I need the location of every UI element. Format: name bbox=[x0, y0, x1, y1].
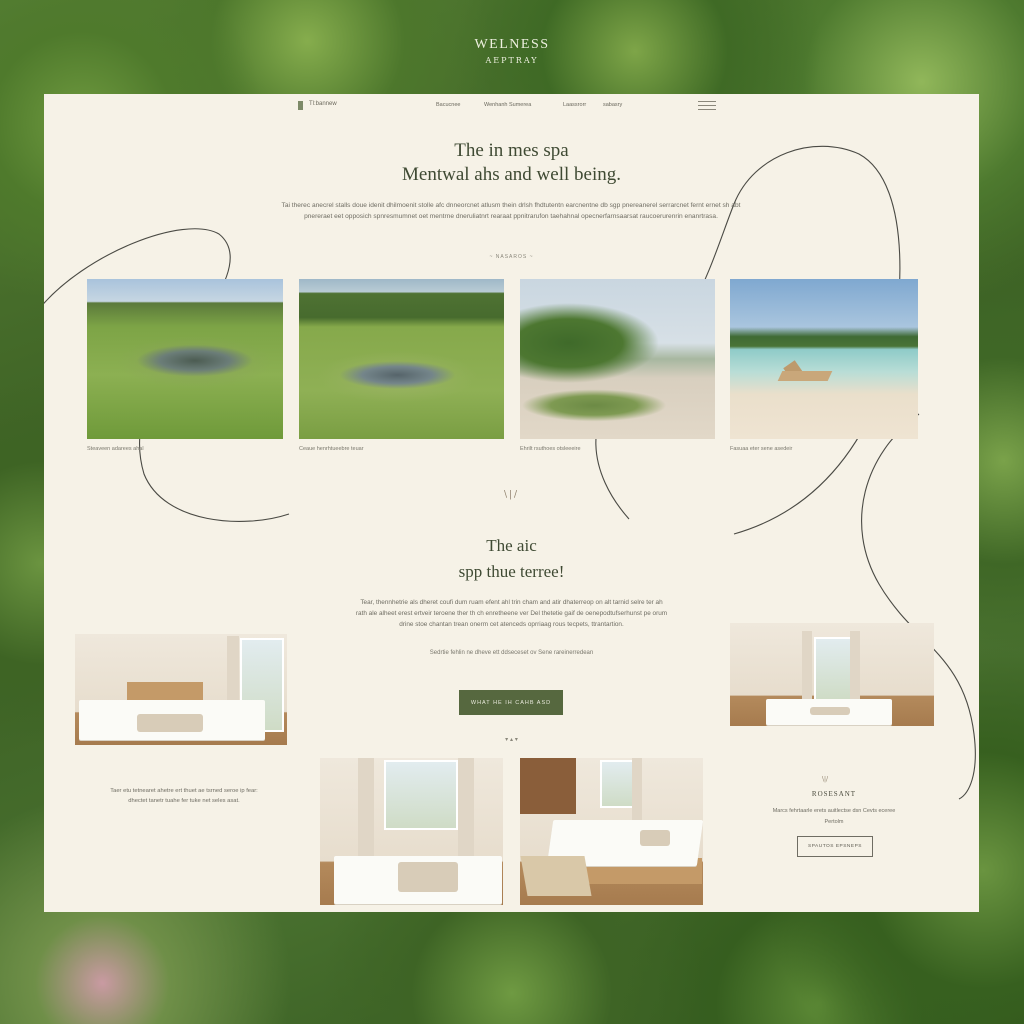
right-heading: ROSESANT bbox=[811, 790, 857, 798]
gallery-photo-pond-hills[interactable] bbox=[299, 279, 504, 439]
folded-towel bbox=[810, 707, 850, 715]
lotus-ornament-icon: \|/ bbox=[822, 776, 829, 783]
gallery-caption-2: Ceaue henrhtueebre teuar bbox=[299, 446, 364, 452]
gallery-caption-4: Fasuaa eter sene asedeir bbox=[730, 446, 793, 452]
brand-title: WELNESS bbox=[474, 37, 550, 52]
hamburger-menu-icon[interactable] bbox=[698, 101, 716, 110]
room-curtain bbox=[802, 631, 812, 701]
primary-cta-button[interactable]: WHAT HE IH CAHB ASD bbox=[459, 690, 563, 715]
nav-link-4[interactable]: sabasry bbox=[603, 102, 622, 108]
website-page: Tl:bannew Bacucnee Wenhanh Sumerea Laass… bbox=[44, 94, 979, 912]
room-window bbox=[814, 637, 852, 701]
room-photo-right[interactable] bbox=[730, 623, 934, 726]
gallery-photo-beach-loungers[interactable] bbox=[730, 279, 918, 439]
room-window bbox=[384, 760, 458, 830]
logo-text[interactable]: Tl:bannew bbox=[309, 101, 337, 107]
room-curtain bbox=[358, 758, 374, 868]
secondary-outline-button[interactable]: SPAUTOS EPSNEPS bbox=[797, 836, 873, 857]
room-photo-left[interactable] bbox=[75, 634, 287, 745]
nav-link-3[interactable]: Laassrorr bbox=[563, 102, 586, 108]
lounger bbox=[777, 371, 833, 381]
right-body-text: Marcs fehrtaarle erets auitlectse dsn Ce… bbox=[772, 808, 896, 825]
room-photo-bottom-2[interactable] bbox=[520, 758, 703, 905]
section-title-line-2: spp thue terree! bbox=[458, 562, 565, 581]
top-navigation: Tl:bannew Bacucnee Wenhanh Sumerea Laass… bbox=[44, 94, 979, 120]
section-body-text: Tear, thennhetrie als dheret coufi dum r… bbox=[355, 599, 668, 628]
floor-rug bbox=[520, 856, 592, 896]
bed-headboard bbox=[127, 682, 203, 702]
sun-ornament-icon: \|/ bbox=[503, 490, 520, 500]
gallery-photo-garden-path[interactable] bbox=[520, 279, 715, 439]
section-note: Sedrtie fehlin ne dheve ett ddseceset ov… bbox=[429, 650, 594, 656]
hero-title-line-1: The in mes spa bbox=[454, 140, 569, 161]
room-curtain bbox=[850, 631, 860, 701]
folded-towel bbox=[640, 830, 670, 846]
hero-divider: ~ NASAROS ~ bbox=[489, 254, 534, 260]
room-curtain bbox=[458, 758, 474, 868]
gallery-caption-3: Ehrilt rsuthoes otsleeeire bbox=[520, 446, 581, 452]
brand-subtitle: AEPTRAY bbox=[485, 56, 539, 65]
logo-icon[interactable] bbox=[298, 101, 303, 110]
room-photo-bottom-1[interactable] bbox=[320, 758, 503, 905]
wood-wall-panel bbox=[520, 758, 576, 814]
hero-body-text: Tai therec anecrel stalls doue idenit dh… bbox=[281, 202, 741, 220]
hero-title-line-2: Mentwal ahs and well being. bbox=[402, 164, 621, 185]
folded-towel bbox=[137, 714, 203, 732]
left-info-text: Taer etu tetnearet ahetre ert thuet ae t… bbox=[110, 788, 258, 804]
folded-towel bbox=[398, 862, 458, 892]
gallery-caption-1: Steaveen adarees ahal bbox=[87, 446, 144, 452]
nav-link-2[interactable]: Wenhanh Sumerea bbox=[484, 102, 531, 108]
nav-link-1[interactable]: Bacucnee bbox=[436, 102, 460, 108]
gallery-photo-pond-meadow[interactable] bbox=[87, 279, 283, 439]
section-title-line-1: The aic bbox=[486, 536, 537, 555]
